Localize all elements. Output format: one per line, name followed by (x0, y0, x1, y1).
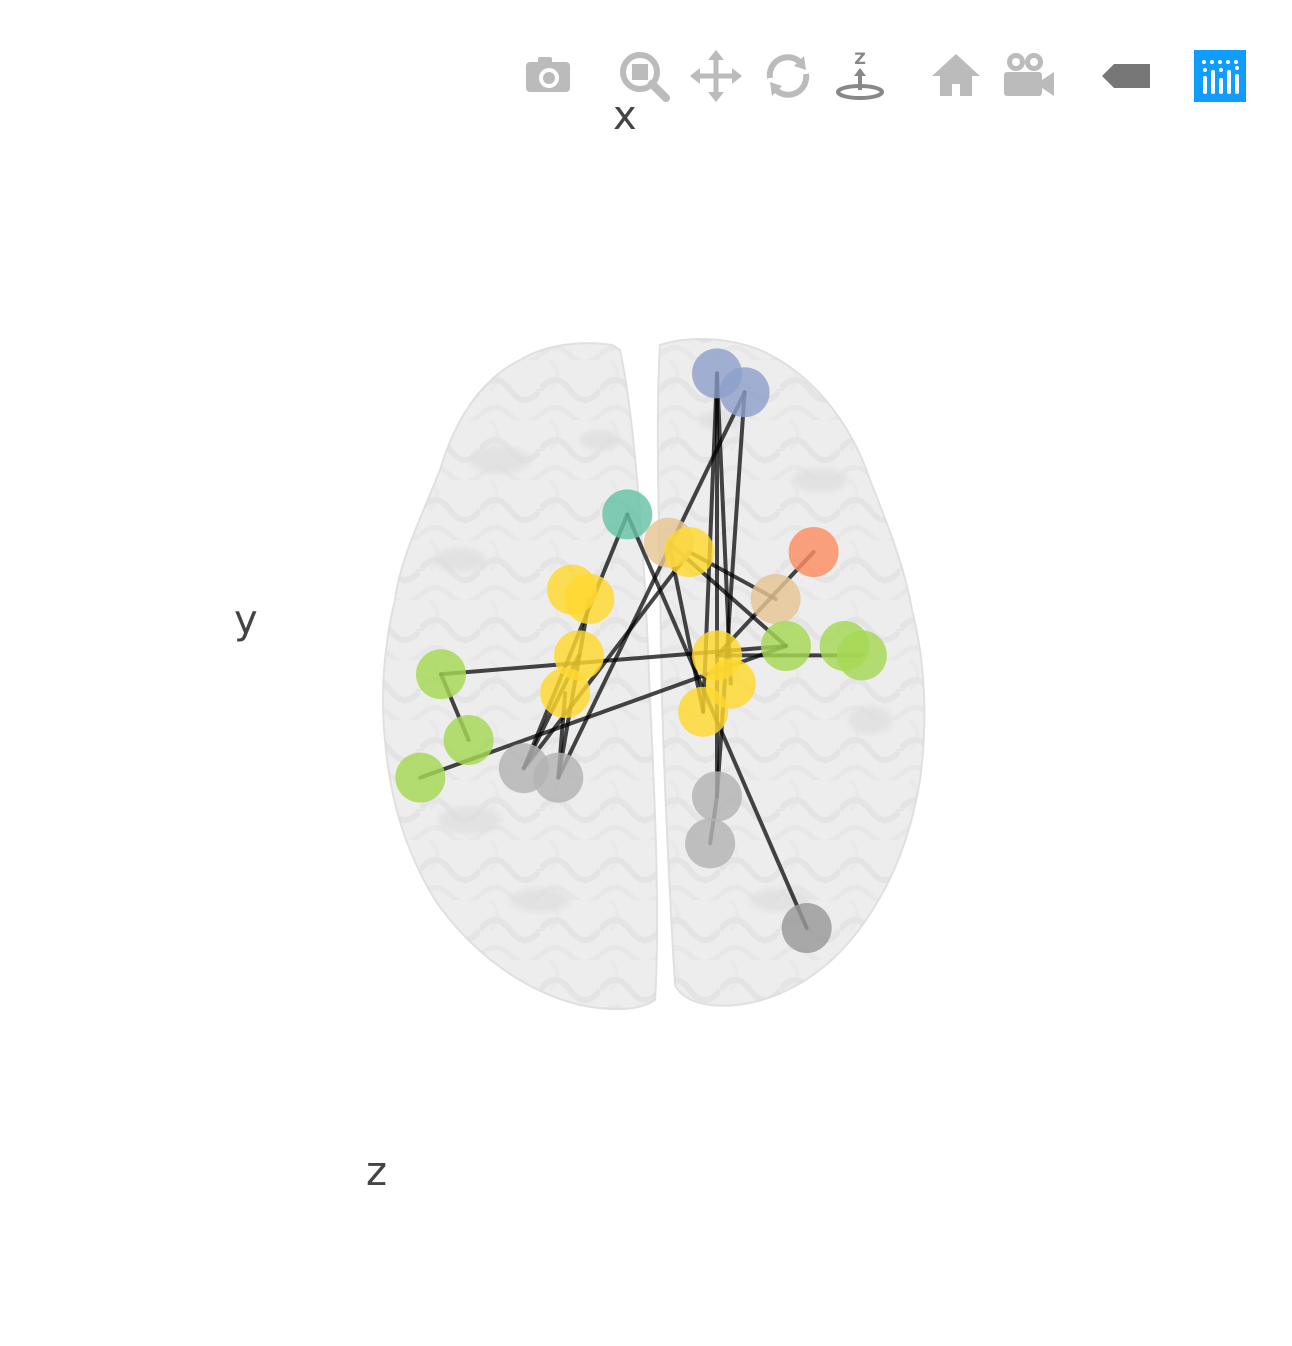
node-21[interactable] (533, 752, 584, 803)
node-14[interactable] (416, 649, 466, 700)
node-15[interactable] (443, 715, 494, 765)
node-23[interactable] (685, 818, 736, 869)
node-24[interactable] (781, 903, 832, 953)
node-19[interactable] (836, 630, 887, 681)
node-6[interactable] (664, 527, 715, 577)
z-axis-label: z (366, 1149, 387, 1195)
node-10[interactable] (540, 668, 591, 718)
node-17[interactable] (761, 621, 811, 671)
node-8[interactable] (564, 574, 615, 624)
node-13[interactable] (678, 686, 729, 737)
node-1[interactable] (719, 367, 770, 418)
node-16[interactable] (395, 752, 446, 803)
node-5[interactable] (750, 574, 801, 624)
x-axis-label: x (613, 93, 637, 139)
node-2[interactable] (602, 489, 653, 540)
node-3[interactable] (788, 527, 839, 577)
y-axis-label: y (234, 597, 258, 643)
node-22[interactable] (692, 771, 742, 822)
brain-network-3d-plot[interactable] (0, 0, 1292, 1346)
